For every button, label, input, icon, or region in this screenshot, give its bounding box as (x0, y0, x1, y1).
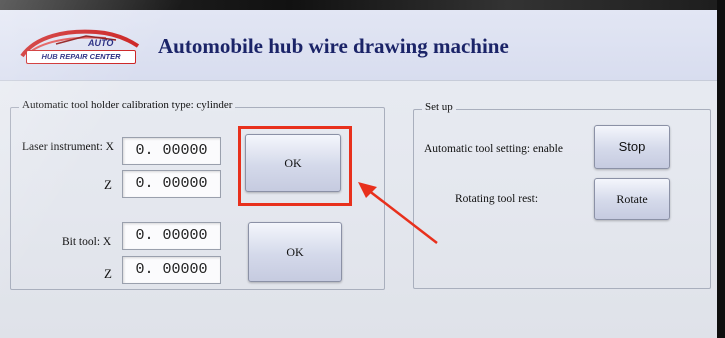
arrow-annotation-icon (358, 182, 438, 244)
